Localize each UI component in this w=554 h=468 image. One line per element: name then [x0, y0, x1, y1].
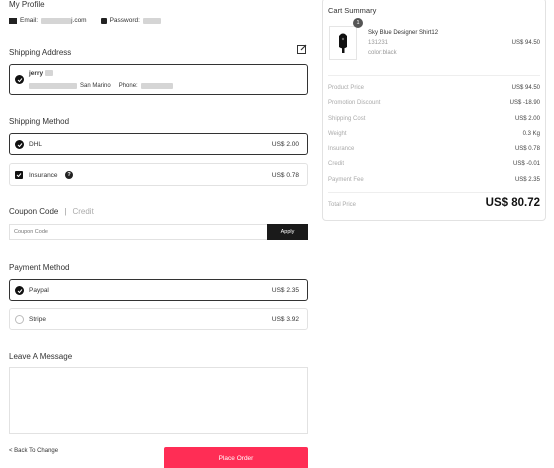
total-label: Total Price: [328, 202, 357, 208]
total-value: US$ 80.72: [485, 197, 540, 209]
lock-icon: [100, 17, 107, 24]
street-redacted: [29, 83, 77, 89]
place-order-button[interactable]: Place Order: [164, 447, 308, 468]
checkbox-checked-icon[interactable]: [15, 171, 23, 179]
summary-row: Shipping Cost US$ 2.00: [328, 116, 540, 122]
tab-divider: |: [64, 207, 67, 216]
insurance-label: Insurance: [29, 172, 58, 179]
summary-row: Weight 0.3 Kg: [328, 131, 540, 137]
password-label: Password:: [109, 17, 140, 24]
check-icon: [15, 286, 24, 295]
cart-summary-title: Cart Summary: [328, 6, 377, 15]
payment-option-price: US$ 2.35: [271, 287, 299, 294]
back-to-change-link[interactable]: < Back To Change: [9, 448, 58, 454]
shipping-option-price: US$ 2.00: [271, 141, 299, 148]
summary-key: Promotion Discount: [328, 100, 381, 106]
payment-method-title: Payment Method: [9, 263, 70, 272]
summary-value: US$ -18.90: [509, 100, 540, 106]
summary-value: US$ -0.01: [512, 161, 540, 167]
summary-value: US$ 2.35: [514, 177, 540, 183]
insurance-option[interactable]: Insurance ? US$ 0.78: [9, 163, 308, 186]
tab-credit[interactable]: Credit: [72, 207, 93, 216]
summary-row: Product Price US$ 94.50: [328, 85, 540, 91]
shipping-address-title: Shipping Address: [9, 48, 72, 57]
email-label: Email:: [20, 17, 39, 24]
shipping-option-dhl[interactable]: DHL US$ 2.00: [9, 133, 308, 155]
apply-button[interactable]: Apply: [267, 224, 308, 240]
tab-coupon-code[interactable]: Coupon Code: [9, 207, 58, 216]
divider: [328, 192, 540, 193]
summary-value: US$ 2.00: [514, 116, 540, 122]
edit-icon[interactable]: [297, 44, 307, 54]
product-thumbnail[interactable]: [329, 26, 357, 60]
quantity-badge: 1: [353, 18, 363, 28]
address-city: San Marino: [80, 83, 111, 89]
coupon-header: Coupon Code | Credit: [9, 207, 94, 216]
summary-value: 0.3 Kg: [522, 131, 540, 137]
help-icon[interactable]: ?: [65, 171, 73, 179]
product-price: US$ 94.50: [511, 40, 540, 46]
profile-info: Email: j.com Password:: [9, 17, 161, 24]
address-name: jerry: [29, 70, 44, 77]
payment-option-paypal[interactable]: Paypal US$ 2.35: [9, 279, 308, 301]
product-sku: 131231: [368, 40, 389, 46]
check-icon: [15, 75, 24, 84]
phone-label: Phone:: [118, 83, 138, 89]
shipping-method-title: Shipping Method: [9, 117, 70, 126]
payment-option-stripe[interactable]: Stripe US$ 3.92: [9, 308, 308, 330]
summary-key: Payment Fee: [328, 177, 364, 183]
profile-title: My Profile: [9, 0, 45, 9]
email-redacted: [41, 17, 72, 24]
summary-row: Insurance US$ 0.78: [328, 146, 540, 152]
shipping-option-label: DHL: [29, 141, 43, 148]
summary-key: Product Price: [328, 85, 365, 91]
product-name[interactable]: Sky Blue Designer Shirt12: [368, 30, 438, 36]
insurance-price: US$ 0.78: [271, 172, 299, 179]
divider: [328, 75, 540, 76]
summary-key: Credit: [328, 161, 345, 167]
mail-icon: [9, 17, 17, 24]
coupon-input[interactable]: [9, 224, 267, 240]
message-title: Leave A Message: [9, 352, 73, 361]
email-suffix: j.com: [71, 17, 87, 24]
summary-row: Payment Fee US$ 2.35: [328, 177, 540, 183]
phone-redacted: [140, 83, 173, 89]
summary-key: Insurance: [328, 146, 355, 152]
summary-value: US$ 94.50: [511, 85, 540, 91]
radio-unchecked-icon[interactable]: [15, 315, 24, 324]
product-image: [339, 33, 347, 53]
summary-value: US$ 0.78: [514, 146, 540, 152]
summary-row: Promotion Discount US$ -18.90: [328, 100, 540, 106]
name-redacted: [44, 70, 53, 77]
payment-option-price: US$ 3.92: [271, 316, 299, 323]
payment-option-label: Stripe: [29, 316, 46, 323]
address-card[interactable]: jerry San Marino Phone:: [9, 64, 308, 95]
cart-summary-panel: Cart Summary 1 Sky Blue Designer Shirt12…: [322, 0, 546, 221]
product-color: color:black: [368, 50, 397, 56]
message-textarea[interactable]: [9, 367, 308, 434]
payment-option-label: Paypal: [29, 287, 49, 294]
summary-key: Weight: [328, 131, 347, 137]
password-redacted: [142, 17, 161, 24]
summary-key: Shipping Cost: [328, 116, 366, 122]
check-icon: [15, 140, 24, 149]
summary-row: Credit US$ -0.01: [328, 161, 540, 167]
